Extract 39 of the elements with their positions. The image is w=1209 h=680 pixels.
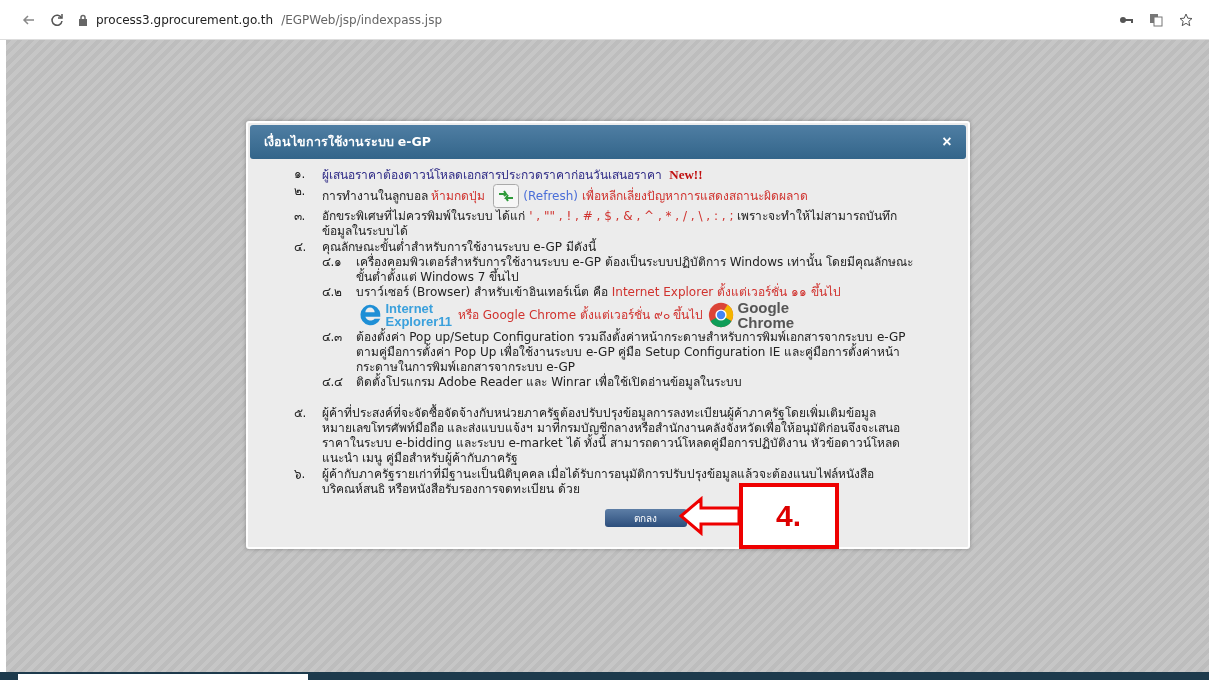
taskbar-search-field[interactable] bbox=[18, 674, 308, 680]
item-number: ๖. bbox=[293, 467, 307, 483]
internet-explorer-logo: Internet Explorer11 bbox=[355, 301, 452, 329]
back-icon[interactable] bbox=[22, 12, 36, 27]
chrome-logo: Google Chrome bbox=[707, 300, 795, 330]
item-number: ๔.๓ bbox=[321, 330, 344, 346]
url-path: /EGPWeb/jsp/indexpass.jsp bbox=[281, 12, 443, 27]
item-number: ๑. bbox=[293, 167, 307, 183]
item-text: ผู้ค้าที่ประสงค์ที่จะจัดซื้อจัดจ้างกับหน่วยภาครัฐต้องปรับปรุงข้อมูลการลงทะเบียนผู้ค้าภาครัฐโดยเพิ่มเติมข้อมูลหมายเลขโทรศัพท์มือถือ และส่งแบบแจ้งฯ มาที่กรมบัญชีกลางหรือสำนักงานคลังจังหวัดเพื่อให้อนุมัติก่อนจึงจะเสนอราคาในระบบ e-bidding และระบบ e-market ได้ ทั้งนี้ สามารถดาวน์โหลดคู่มือการปฏิบัติงาน หัวข้อดาวน์โหลดแนะนำ เมนู คู่มือสำหรับผู้ค้ากับภาครัฐ bbox=[321, 406, 901, 465]
close-button[interactable]: × bbox=[938, 133, 956, 151]
item-number: ๔.๔ bbox=[321, 375, 345, 390]
lock-icon bbox=[78, 13, 88, 26]
item-text: อักขระพิเศษที่ไม่ควรพิมพ์ในระบบ ได้แก่ ' , "" , ! , # , $ , & , ^ , * , / , \ , : , ; เพราะจะทำให้ไม่สามารถบันทึกข้อมูลในระบบได้ bbox=[321, 209, 898, 238]
item-text: หรือ Google Chrome ตั้งแต่เวอร์ชั่น ๙๐ ขึ้นไป bbox=[458, 307, 704, 322]
item-text: ต้องตั้งค่า Pop up/Setup Configuration รวมถึงตั้งค่าหน้ากระดาษสำหรับการพิมพ์เอกสารจากระบบ e-GP ตามคู่มือการตั้งค่า Pop Up เพื่อใช้งานระบบ e-GP คู่มือ Setup Configuration IE และคู่มือการตั้งค่าหน้ากระดาษในการพิมพ์เอกสารจากระบบ e-GP bbox=[355, 330, 906, 374]
url-host: process3.gprocurement.go.th bbox=[96, 12, 274, 27]
item-number: ๕. bbox=[293, 406, 308, 422]
ok-button[interactable]: ตกลง bbox=[604, 509, 687, 527]
item-number: ๒. bbox=[293, 184, 307, 200]
item-number: ๔. bbox=[293, 240, 308, 256]
refresh-icon bbox=[493, 184, 520, 208]
arrow-icon bbox=[678, 496, 741, 536]
dialog-title: เงื่อนไขการใช้งานระบบ e-GP bbox=[263, 132, 431, 151]
item-number: ๔.๒ bbox=[321, 285, 344, 301]
item-text: (Refresh) เพื่อหลีกเลี่ยงปัญหาการแสดงสถานะผิดผลาด bbox=[523, 188, 808, 203]
key-icon[interactable] bbox=[1119, 14, 1133, 25]
item-text: ผู้เสนอราคาต้องดาวน์โหลดเอกสารประกวดราคาก่อนวันเสนอราคา New!! bbox=[321, 168, 703, 182]
item-text: บราว์เซอร์ (Browser) สำหรับเข้าอินเทอร์เน็ต คือ Internet Explorer ตั้งแต่เวอร์ชั่น ๑๑ ขึ้นไป bbox=[355, 285, 841, 299]
address-bar[interactable]: process3.gprocurement.go.th /EGPWeb/jsp/indexpass.jsp bbox=[78, 12, 1105, 27]
item-number: ๔.๑ bbox=[321, 255, 344, 271]
item-text: ติดตั้งโปรแกรม Adobe Reader และ Winrar เพื่อใช้เปิดอ่านข้อมูลในระบบ bbox=[355, 375, 742, 389]
item-text: เครื่องคอมพิวเตอร์สำหรับการใช้งานระบบ e-GP ต้องเป็นระบบปฏิบัติการ Windows เท่านั้น โดยมีคุณลักษณะขั้นต่ำตั้งแต่ Windows 7 ขึ้นไป bbox=[355, 255, 913, 284]
item-text: การทำงานในลูกบอล ห้ามกดปุ่ม bbox=[321, 188, 486, 203]
translate-icon[interactable] bbox=[1149, 12, 1163, 27]
reload-icon[interactable] bbox=[50, 12, 64, 27]
step-label: 4. bbox=[738, 483, 839, 549]
star-icon[interactable] bbox=[1179, 12, 1193, 27]
item-number: ๓. bbox=[293, 209, 307, 225]
item-text: คุณลักษณะขั้นต่ำสำหรับการใช้งานระบบ e-GP มีดังนี้ bbox=[321, 240, 596, 254]
